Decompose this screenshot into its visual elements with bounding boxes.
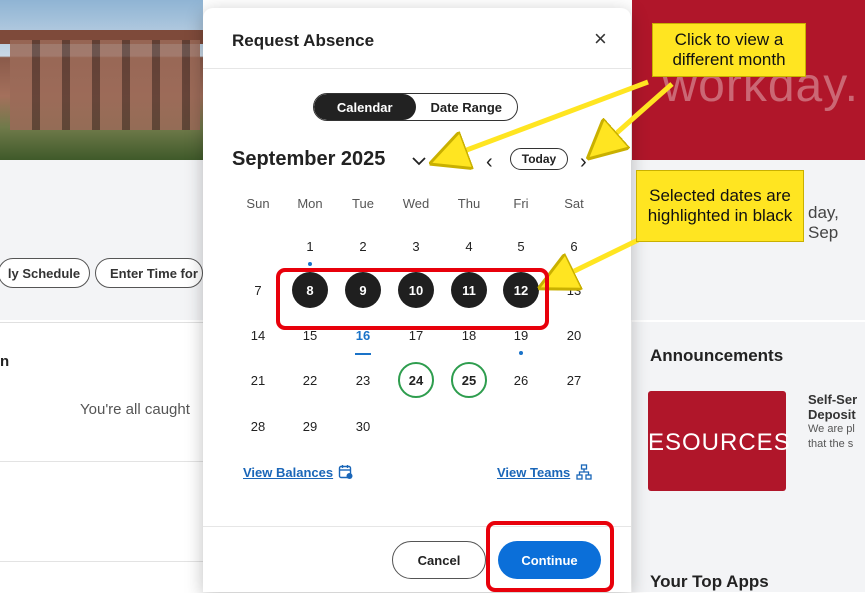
callout-month: Click to view a different month bbox=[652, 23, 806, 77]
callout-selected-dates: Selected dates are highlighted in black bbox=[636, 170, 804, 242]
highlight-continue-button bbox=[486, 521, 614, 592]
arrow-to-selected-dates bbox=[556, 237, 640, 280]
highlight-selected-dates bbox=[276, 268, 549, 330]
arrow-to-month-dropdown bbox=[448, 79, 649, 157]
